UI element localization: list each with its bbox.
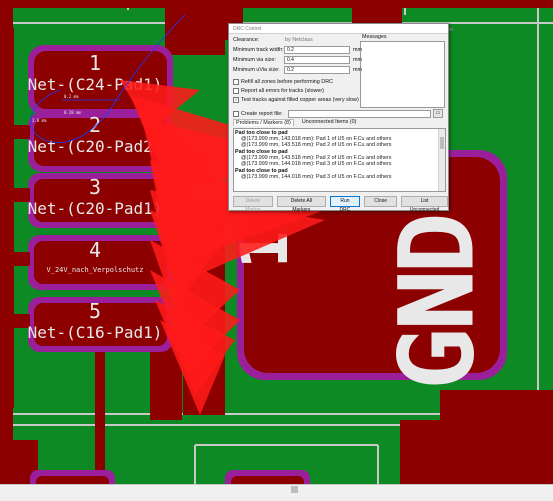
list-unconnected-button[interactable]: List Unconnected	[401, 196, 448, 213]
test-tracks-label: Test tracks against filled copper areas …	[241, 97, 359, 103]
delete-marker-button[interactable]: Delete Marker	[233, 196, 273, 213]
horizontal-scrollbar[interactable]	[0, 484, 553, 501]
min-uvia-size-unit: mm	[353, 67, 362, 73]
messages-panel[interactable]	[360, 41, 445, 108]
min-via-size-unit: mm	[353, 57, 362, 63]
problem-item[interactable]: @(173.999 mm, 144.018 mm): Pad 3 of U5 o…	[234, 161, 445, 167]
problem-entry[interactable]: Pad too close to pad @(173.999 mm, 143.0…	[234, 130, 445, 148]
problem-item[interactable]: @(173.999 mm, 143.518 mm): Pad 2 of U5 o…	[234, 142, 445, 148]
browse-folder-icon[interactable]: ▭	[433, 109, 443, 118]
refill-zones-checkbox[interactable]	[233, 79, 239, 85]
min-track-width-unit: mm	[353, 47, 362, 53]
min-via-size-label: Minimum via size:	[233, 57, 276, 63]
problem-entry[interactable]: Pad too close to pad @(173.999 mm, 144.0…	[234, 168, 445, 180]
report-all-errors-option[interactable]: Report all errors for tracks (slower)	[233, 88, 324, 94]
pad-2-net: Net-(C20-Pad2)	[28, 137, 163, 156]
close-icon[interactable]: ✕	[449, 27, 453, 33]
min-via-size-input[interactable]: 0.4	[284, 56, 350, 64]
clearance-value: by Netclass	[285, 37, 313, 43]
pad-3-number: 3	[89, 175, 101, 199]
min-track-width-row: Minimum track width: 0.2 mm	[233, 46, 362, 54]
delete-all-markers-button[interactable]: Delete All Markers	[276, 196, 326, 213]
report-file-checkbox[interactable]	[233, 110, 239, 117]
problems-scrollbar[interactable]	[438, 129, 445, 191]
min-track-width-input[interactable]: 0.2	[284, 46, 350, 54]
tab-unconnected-items[interactable]: Unconnected Items (0)	[300, 119, 359, 126]
min-via-size-row: Minimum via size: 0.4 mm	[233, 56, 362, 64]
report-all-errors-checkbox[interactable]	[233, 88, 239, 94]
report-file-label: Create report file:	[241, 110, 283, 117]
pad-2-number: 2	[89, 113, 101, 137]
min-uvia-size-row: Minimum uVia size: 0.2 mm	[233, 66, 362, 74]
test-tracks-checkbox[interactable]: ✓	[233, 97, 239, 103]
horizontal-scroll-thumb[interactable]	[291, 486, 298, 493]
pad-5-number: 5	[89, 299, 101, 323]
svg-text:2.0 mm: 2.0 mm	[32, 118, 47, 123]
report-file-row: Create report file: ▭	[233, 109, 443, 118]
problems-list[interactable]: Pad too close to pad @(173.999 mm, 143.0…	[233, 128, 446, 192]
results-tabs: Problems / Markers (8) Unconnected Items…	[233, 119, 358, 126]
scrollbar-thumb[interactable]	[440, 137, 444, 149]
gnd-label: GND	[381, 213, 493, 386]
refill-zones-option[interactable]: Refill all zones before performing DRC	[233, 79, 333, 85]
svg-text:0.2 mm: 0.2 mm	[64, 94, 79, 99]
run-drc-button[interactable]: Run DRC	[329, 196, 361, 213]
min-uvia-size-input[interactable]: 0.2	[284, 66, 350, 74]
messages-label: Messages	[362, 34, 387, 40]
test-tracks-option[interactable]: ✓ Test tracks against filled copper area…	[233, 97, 359, 103]
dialog-title: DRC Control	[233, 25, 262, 32]
svg-text:0.28 mm: 0.28 mm	[64, 110, 81, 115]
report-all-errors-label: Report all errors for tracks (slower)	[241, 88, 324, 94]
clearance-label: Clearance:	[233, 37, 260, 43]
pad-4-net: V_24V_nach_Verpolschutz	[47, 266, 144, 274]
refill-zones-label: Refill all zones before performing DRC	[241, 79, 333, 85]
pad-5-net: Net-(C16-Pad1)	[28, 323, 163, 342]
tab-problems-markers[interactable]: Problems / Markers (8)	[233, 119, 294, 126]
problem-item[interactable]: @(173.999 mm, 144.018 mm): Pad 3 of U5 o…	[234, 174, 445, 180]
close-button[interactable]: Close	[364, 196, 398, 207]
dialog-titlebar[interactable]: DRC Control — ☐ ✕	[229, 24, 454, 34]
problem-entry[interactable]: Pad too close to pad @(173.999 mm, 143.5…	[234, 149, 445, 167]
dialog-button-row: Delete Marker Delete All Markers Run DRC…	[233, 196, 448, 213]
drc-dialog: DRC Control — ☐ ✕ Clearance: by Netclass…	[228, 23, 454, 213]
min-track-width-label: Minimum track width:	[233, 47, 284, 53]
pad-4-number: 4	[89, 238, 101, 262]
min-uvia-size-label: Minimum uVia size:	[233, 67, 280, 73]
pad-3-net: Net-(C20-Pad1)	[28, 199, 163, 218]
report-file-input[interactable]	[288, 109, 431, 118]
pad-1-number: 1	[89, 51, 101, 75]
